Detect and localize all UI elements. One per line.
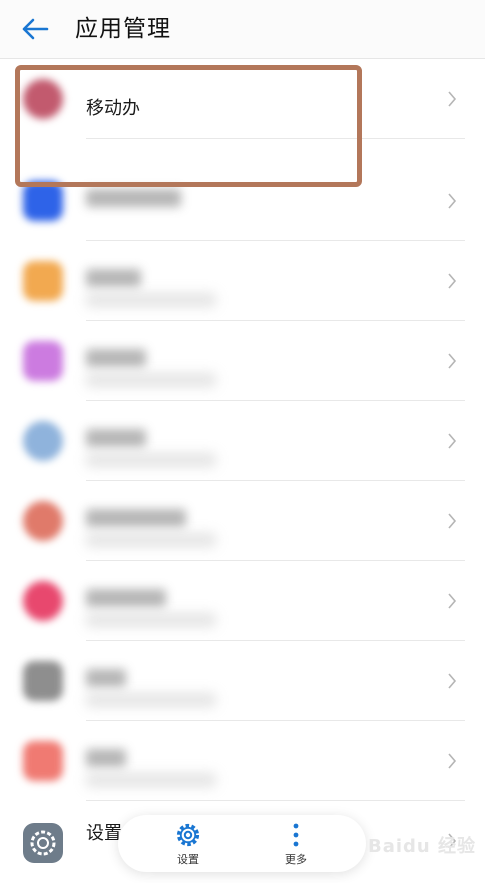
chevron-right-icon: [448, 753, 457, 769]
chevron-right-icon: [448, 673, 457, 689]
gear-icon: [30, 830, 56, 856]
blurred-app-name: [86, 509, 186, 527]
chevron-right-icon: [448, 433, 457, 449]
floating-bottom-bar: 设置 更多: [118, 815, 366, 872]
chevron-right-icon: [448, 513, 457, 529]
settings-app-icon: [23, 823, 63, 863]
chevron-right-icon: [448, 353, 457, 369]
app-icon: [23, 79, 63, 119]
list-item-app[interactable]: [0, 401, 485, 481]
app-icon: [23, 261, 63, 301]
blurred-app-name: [86, 269, 141, 287]
list-item-app[interactable]: [0, 481, 485, 561]
list-item-app[interactable]: [0, 561, 485, 641]
blurred-app-name: [86, 189, 181, 207]
blurred-app-name: [86, 429, 146, 447]
chevron-right-icon: [448, 593, 457, 609]
list-item-app[interactable]: [0, 241, 485, 321]
blurred-app-size: [86, 533, 216, 547]
settings-button[interactable]: 设置: [158, 819, 218, 869]
page-title: 应用管理: [75, 16, 171, 42]
chevron-right-icon: [448, 91, 457, 107]
app-icon: [23, 181, 63, 221]
settings-label: 设置: [177, 853, 199, 866]
blurred-app-size: [86, 373, 216, 387]
app-icon: [23, 661, 63, 701]
back-arrow-icon[interactable]: [20, 14, 50, 44]
blurred-app-name: [86, 749, 126, 767]
blurred-app-size: [86, 293, 216, 307]
list-item-app[interactable]: [0, 641, 485, 721]
app-icon: [23, 581, 63, 621]
more-button[interactable]: 更多: [266, 819, 326, 869]
blurred-app-name: [86, 669, 126, 687]
blurred-app-size: [86, 773, 216, 787]
app-icon: [23, 501, 63, 541]
list-item-app[interactable]: [0, 721, 485, 801]
blurred-app-size: [86, 693, 216, 707]
blurred-app-size: [86, 613, 216, 627]
blurred-app-name: [86, 589, 166, 607]
app-list: 移动办 设置: [0, 59, 485, 883]
chevron-right-icon: [448, 193, 457, 209]
list-item-app[interactable]: [0, 161, 485, 241]
list-item-app[interactable]: 移动办: [0, 59, 485, 139]
more-vertical-icon: [293, 823, 299, 847]
app-name-label: 移动办: [86, 98, 140, 119]
app-icon: [23, 421, 63, 461]
watermark-logo: Baidu 经验: [368, 836, 477, 857]
app-icon: [23, 741, 63, 781]
list-divider: [86, 138, 465, 139]
list-item-app[interactable]: [0, 321, 485, 401]
blurred-app-name: [86, 349, 146, 367]
app-bar: 应用管理: [0, 0, 485, 59]
app-icon: [23, 341, 63, 381]
blurred-app-size: [86, 453, 216, 467]
gear-icon: [176, 823, 200, 847]
chevron-right-icon: [448, 273, 457, 289]
more-label: 更多: [285, 853, 307, 866]
app-name-label: 设置: [86, 823, 122, 844]
